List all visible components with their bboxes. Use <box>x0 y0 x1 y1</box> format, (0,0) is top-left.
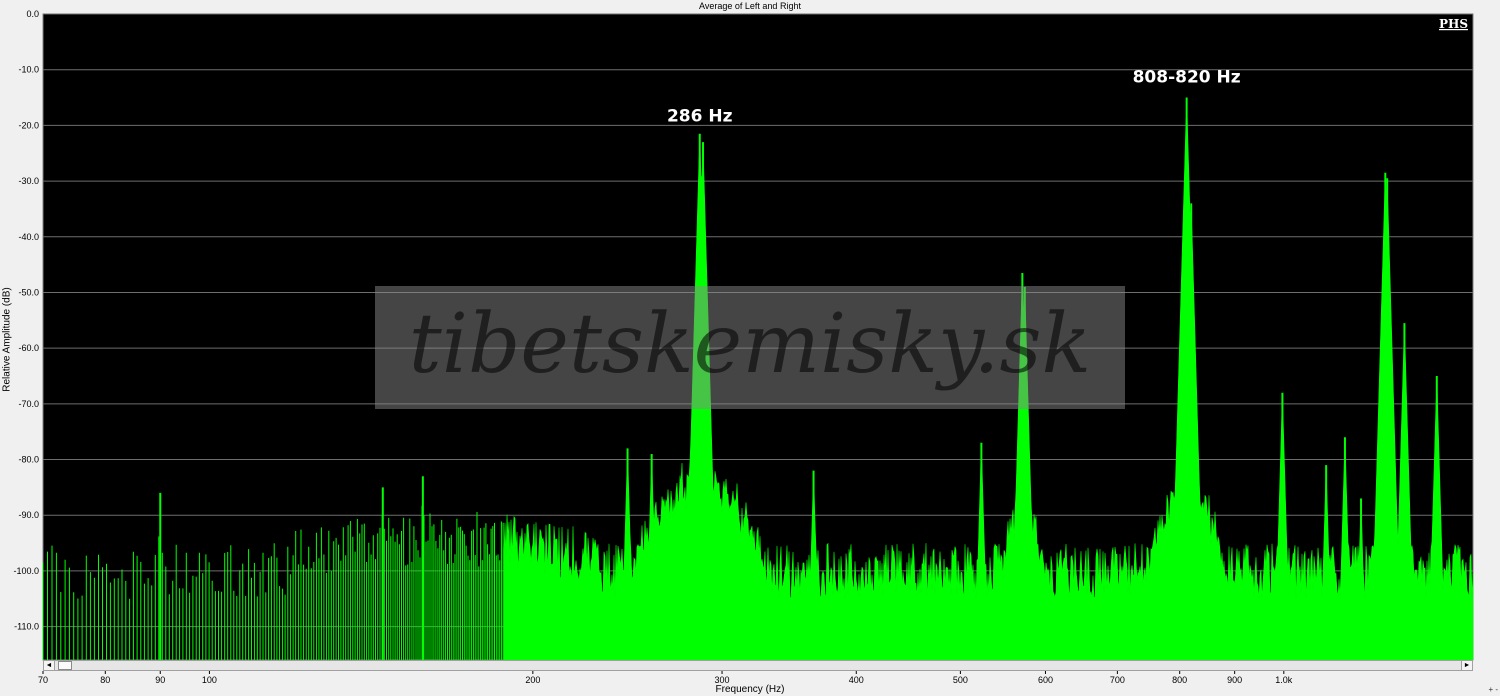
y-tick-label: -20.0 <box>18 120 39 130</box>
x-tick-label: 1.0k <box>1275 675 1293 685</box>
x-tick-label: 200 <box>525 675 540 685</box>
x-tick-label: 70 <box>38 675 48 685</box>
x-tick-label: 900 <box>1227 675 1242 685</box>
x-tick-label: 100 <box>202 675 217 685</box>
y-tick-label: -50.0 <box>18 287 39 297</box>
y-tick-label: -70.0 <box>18 399 39 409</box>
y-tick-label: -30.0 <box>18 176 39 186</box>
x-tick-label: 700 <box>1110 675 1125 685</box>
watermark-text: tibetskemisky.sk <box>409 297 1091 392</box>
horizontal-scrollbar[interactable]: ◄ ► <box>43 660 1473 671</box>
y-tick-label: -40.0 <box>18 232 39 242</box>
y-tick-label: 0.0 <box>26 9 39 19</box>
y-tick-label: -100.0 <box>13 566 39 576</box>
spectrum-chart: tibetskemisky.sk 0.0 -10.0 -20.0 -30.0 -40.0… <box>13 9 1474 685</box>
peak-annotation: 286 Hz <box>667 106 733 126</box>
x-tick-label: 90 <box>155 675 165 685</box>
scroll-left-button[interactable]: ◄ <box>44 661 55 670</box>
peak-annotation: 808-820 Hz <box>1133 67 1241 87</box>
scroll-right-button[interactable]: ► <box>1461 661 1472 670</box>
x-tick-label: 400 <box>849 675 864 685</box>
x-tick-label: 80 <box>100 675 110 685</box>
y-axis-ticks: 0.0 -10.0 -20.0 -30.0 -40.0 -50.0 -60.0 -70.0 -8… <box>13 9 39 632</box>
watermark: tibetskemisky.sk <box>375 286 1125 409</box>
y-tick-label: -60.0 <box>18 343 39 353</box>
x-tick-label: 300 <box>715 675 730 685</box>
phs-logo: PHS <box>1439 17 1468 31</box>
y-tick-label: -110.0 <box>14 622 39 632</box>
y-tick-label: -80.0 <box>18 455 39 465</box>
zoom-controls[interactable]: + - <box>1488 685 1498 694</box>
x-tick-label: 600 <box>1038 675 1053 685</box>
x-tick-label: 800 <box>1172 675 1187 685</box>
scroll-thumb[interactable] <box>58 661 72 670</box>
y-tick-label: -10.0 <box>18 65 39 75</box>
x-tick-label: 500 <box>953 675 968 685</box>
y-tick-label: -90.0 <box>18 510 39 520</box>
x-axis-ticks: 70 80 90 100 200 300 400 500 600 700 800 900 1.0k <box>38 671 1293 685</box>
